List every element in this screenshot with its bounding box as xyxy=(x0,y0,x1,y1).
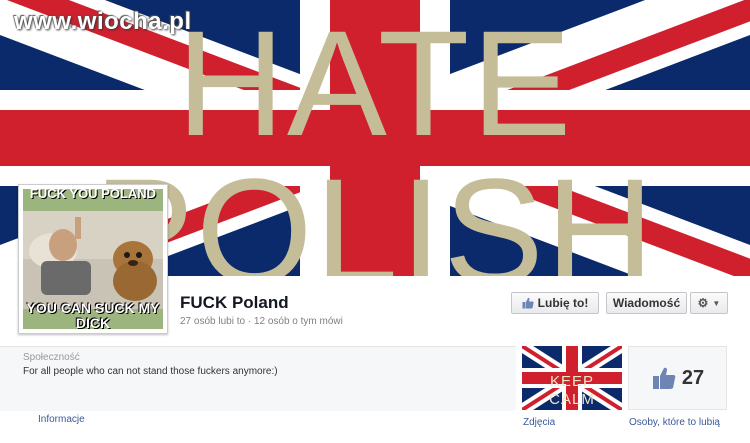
page-stats: 27 osób lubi to · 12 osób o tym mówi xyxy=(180,316,343,327)
tab-likes[interactable]: Osoby, które to lubią xyxy=(629,417,720,428)
meme-top-text: FUCK YOU POLAND xyxy=(29,189,157,201)
likes-summary[interactable]: 27 xyxy=(628,346,727,410)
photos-thumbnail[interactable]: KEEP CALM xyxy=(522,346,622,410)
tab-photos[interactable]: Zdjęcia xyxy=(523,417,555,428)
tab-info[interactable]: Informacje xyxy=(38,414,85,425)
profile-picture-image: FUCK YOU POLAND YOU CAN SUCK MY DICK xyxy=(23,189,163,329)
site-watermark: www.wiocha.pl xyxy=(14,8,192,35)
thumbs-up-icon xyxy=(522,297,534,309)
message-button-label: Wiadomość xyxy=(612,296,681,310)
profile-picture[interactable]: FUCK YOU POLAND YOU CAN SUCK MY DICK xyxy=(18,184,168,334)
like-button[interactable]: Lubię to! xyxy=(511,292,599,314)
thumb-text-calm: CALM xyxy=(549,391,595,408)
likes-count: 27 xyxy=(681,366,705,389)
chevron-down-icon: ▼ xyxy=(712,298,721,308)
settings-dropdown-button[interactable]: ⚙ ▼ xyxy=(690,292,728,314)
like-button-label: Lubię to! xyxy=(537,296,589,310)
thumbs-up-icon xyxy=(652,367,676,389)
page-title[interactable]: FUCK Poland xyxy=(180,293,289,313)
about-description: For all people who can not stand those f… xyxy=(23,366,278,377)
gear-icon: ⚙ xyxy=(697,296,709,310)
message-button[interactable]: Wiadomość xyxy=(606,292,687,314)
thumb-text-keep: KEEP xyxy=(549,373,595,390)
page-category: Społeczność xyxy=(23,352,80,363)
meme-bottom-text: YOU CAN SUCK MY DICK xyxy=(26,300,160,330)
